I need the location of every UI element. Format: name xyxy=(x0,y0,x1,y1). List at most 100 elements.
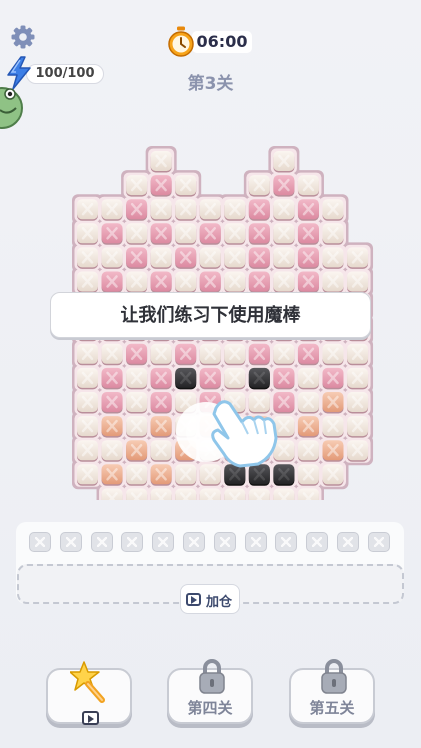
pink-tile[interactable] xyxy=(175,247,197,269)
cream-tile[interactable] xyxy=(347,247,369,269)
cream-tile[interactable] xyxy=(77,416,98,438)
cream-tile[interactable] xyxy=(126,175,148,197)
pink-tile[interactable] xyxy=(150,271,172,294)
cream-tile[interactable] xyxy=(224,488,246,500)
pink-tile[interactable] xyxy=(248,247,270,269)
cream-tile[interactable] xyxy=(150,488,172,500)
cream-tile[interactable] xyxy=(297,488,319,500)
add-stash-button[interactable]: 加仓 xyxy=(180,584,240,614)
cream-tile[interactable] xyxy=(322,271,344,294)
cream-tile[interactable] xyxy=(199,343,221,366)
pink-tile[interactable] xyxy=(126,343,148,366)
cream-tile[interactable] xyxy=(199,247,221,269)
cream-tile[interactable] xyxy=(77,464,98,486)
cream-tile[interactable] xyxy=(297,464,319,486)
pink-tile[interactable] xyxy=(101,271,123,294)
cream-tile[interactable] xyxy=(126,464,148,486)
pink-tile[interactable] xyxy=(126,247,148,269)
magic-wand-button[interactable] xyxy=(46,661,132,725)
cream-tile[interactable] xyxy=(150,440,172,462)
pink-tile[interactable] xyxy=(297,247,319,269)
pink-tile[interactable] xyxy=(175,343,197,366)
cream-tile[interactable] xyxy=(126,488,148,500)
pink-tile[interactable] xyxy=(273,367,295,390)
cream-tile[interactable] xyxy=(322,223,344,245)
cream-tile[interactable] xyxy=(150,343,172,366)
cream-tile[interactable] xyxy=(77,367,98,390)
cream-tile[interactable] xyxy=(175,175,197,197)
cream-tile[interactable] xyxy=(224,199,246,221)
cream-tile[interactable] xyxy=(126,392,148,414)
cream-tile[interactable] xyxy=(101,247,123,269)
cream-tile[interactable] xyxy=(126,271,148,294)
cream-tile[interactable] xyxy=(322,199,344,221)
cream-tile[interactable] xyxy=(224,271,246,294)
cream-tile[interactable] xyxy=(273,151,295,173)
peach-tile[interactable] xyxy=(150,416,172,438)
cream-tile[interactable] xyxy=(126,416,148,438)
cream-tile[interactable] xyxy=(150,151,172,173)
cream-tile[interactable] xyxy=(273,247,295,269)
cream-tile[interactable] xyxy=(347,271,369,294)
cream-tile[interactable] xyxy=(101,488,123,500)
level-4-button[interactable]: 第四关 xyxy=(167,659,253,724)
pink-tile[interactable] xyxy=(248,223,270,245)
level-5-button[interactable]: 第五关 xyxy=(289,659,375,724)
cream-tile[interactable] xyxy=(273,223,295,245)
cream-tile[interactable] xyxy=(273,488,295,500)
black-tile[interactable] xyxy=(175,367,197,390)
cream-tile[interactable] xyxy=(199,199,221,221)
cream-tile[interactable] xyxy=(175,488,197,500)
pink-tile[interactable] xyxy=(248,343,270,366)
cream-tile[interactable] xyxy=(77,271,98,294)
cream-tile[interactable] xyxy=(322,343,344,366)
cream-tile[interactable] xyxy=(175,199,197,221)
cream-tile[interactable] xyxy=(101,343,123,366)
cream-tile[interactable] xyxy=(77,392,98,414)
cream-tile[interactable] xyxy=(347,392,369,414)
cream-tile[interactable] xyxy=(77,343,98,366)
pink-tile[interactable] xyxy=(101,223,123,245)
pink-tile[interactable] xyxy=(199,271,221,294)
cream-tile[interactable] xyxy=(224,223,246,245)
cream-tile[interactable] xyxy=(347,367,369,390)
black-tile[interactable] xyxy=(248,367,270,390)
cream-tile[interactable] xyxy=(297,392,319,414)
cream-tile[interactable] xyxy=(322,416,344,438)
pink-tile[interactable] xyxy=(150,223,172,245)
pink-tile[interactable] xyxy=(101,367,123,390)
cream-tile[interactable] xyxy=(224,247,246,269)
cream-tile[interactable] xyxy=(101,199,123,221)
cream-tile[interactable] xyxy=(77,223,98,245)
pink-tile[interactable] xyxy=(126,199,148,221)
cream-tile[interactable] xyxy=(297,440,319,462)
peach-tile[interactable] xyxy=(150,464,172,486)
pink-tile[interactable] xyxy=(150,367,172,390)
cream-tile[interactable] xyxy=(101,440,123,462)
cream-tile[interactable] xyxy=(347,440,369,462)
peach-tile[interactable] xyxy=(101,416,123,438)
pink-tile[interactable] xyxy=(297,199,319,221)
cream-tile[interactable] xyxy=(347,343,369,366)
cream-tile[interactable] xyxy=(322,247,344,269)
cream-tile[interactable] xyxy=(175,223,197,245)
cream-tile[interactable] xyxy=(175,271,197,294)
cream-tile[interactable] xyxy=(347,416,369,438)
peach-tile[interactable] xyxy=(297,416,319,438)
settings-button[interactable] xyxy=(10,24,36,50)
pink-tile[interactable] xyxy=(199,223,221,245)
pink-tile[interactable] xyxy=(297,343,319,366)
pink-tile[interactable] xyxy=(273,175,295,197)
pink-tile[interactable] xyxy=(150,392,172,414)
cream-tile[interactable] xyxy=(77,199,98,221)
cream-tile[interactable] xyxy=(150,199,172,221)
cream-tile[interactable] xyxy=(273,343,295,366)
cream-tile[interactable] xyxy=(199,488,221,500)
cream-tile[interactable] xyxy=(248,175,270,197)
peach-tile[interactable] xyxy=(322,392,344,414)
pink-tile[interactable] xyxy=(297,223,319,245)
cream-tile[interactable] xyxy=(224,367,246,390)
pink-tile[interactable] xyxy=(150,175,172,197)
cream-tile[interactable] xyxy=(126,367,148,390)
cream-tile[interactable] xyxy=(297,367,319,390)
